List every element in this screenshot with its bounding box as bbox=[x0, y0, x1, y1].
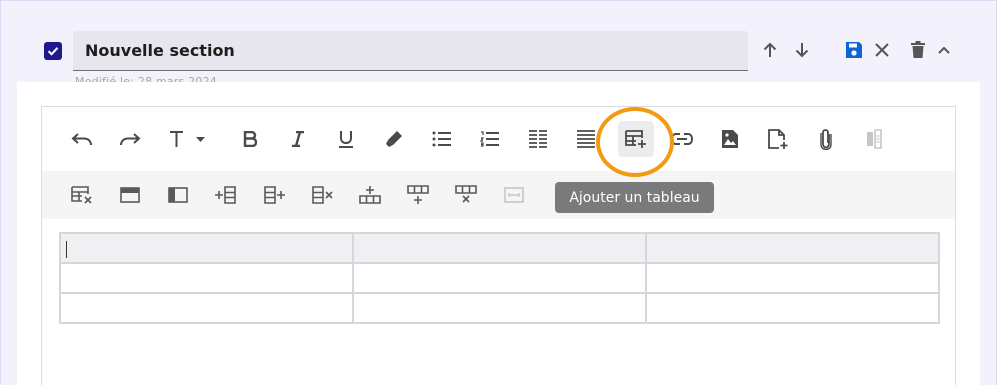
merge-cells-icon[interactable] bbox=[498, 179, 530, 211]
section-title-input[interactable]: Nouvelle section bbox=[73, 31, 748, 71]
add-row-after-icon[interactable] bbox=[402, 179, 434, 211]
table-cell[interactable] bbox=[645, 262, 940, 294]
add-column-before-icon[interactable] bbox=[210, 179, 242, 211]
table-cell[interactable] bbox=[59, 292, 354, 324]
align-icon[interactable] bbox=[570, 123, 602, 155]
delete-column-icon[interactable] bbox=[306, 179, 338, 211]
add-file-icon[interactable] bbox=[762, 123, 794, 155]
delete-table-icon[interactable] bbox=[66, 179, 98, 211]
save-icon[interactable] bbox=[842, 38, 866, 62]
table-cell[interactable] bbox=[645, 292, 940, 324]
bullet-list-icon[interactable] bbox=[426, 123, 458, 155]
underline-icon[interactable] bbox=[330, 123, 362, 155]
text-caret bbox=[66, 240, 67, 258]
numbered-list-icon[interactable] bbox=[474, 123, 506, 155]
header-row-icon[interactable] bbox=[114, 179, 146, 211]
table-row bbox=[59, 292, 940, 324]
undo-icon[interactable] bbox=[66, 123, 98, 155]
section-header: Nouvelle section Modifié le: 28 mars 202… bbox=[0, 0, 997, 88]
table-cell[interactable] bbox=[352, 292, 647, 324]
italic-icon[interactable] bbox=[282, 123, 314, 155]
justify-icon[interactable] bbox=[522, 123, 554, 155]
image-file-icon[interactable] bbox=[714, 123, 746, 155]
tooltip-add-table: Ajouter un tableau bbox=[555, 182, 714, 213]
bold-icon[interactable] bbox=[234, 123, 266, 155]
editor-table bbox=[59, 232, 940, 324]
link-icon[interactable] bbox=[666, 123, 698, 155]
table-row bbox=[59, 232, 940, 264]
section-checkbox[interactable] bbox=[44, 42, 62, 60]
table-cell[interactable] bbox=[645, 232, 940, 264]
table-toolbar bbox=[42, 171, 955, 219]
table-row bbox=[59, 262, 940, 294]
add-column-after-icon[interactable] bbox=[258, 179, 290, 211]
add-row-before-icon[interactable] bbox=[354, 179, 386, 211]
table-cell[interactable] bbox=[352, 262, 647, 294]
delete-row-icon[interactable] bbox=[450, 179, 482, 211]
close-icon[interactable] bbox=[870, 38, 894, 62]
attachment-icon[interactable] bbox=[810, 123, 842, 155]
table-cell[interactable] bbox=[59, 232, 354, 264]
editor-toolbar bbox=[42, 107, 955, 171]
table-cell[interactable] bbox=[59, 262, 354, 294]
arrow-down-icon[interactable] bbox=[790, 38, 814, 62]
text-style-dropdown[interactable] bbox=[166, 123, 210, 155]
chevron-up-icon[interactable] bbox=[932, 38, 956, 62]
check-icon bbox=[47, 47, 59, 56]
insert-table-icon[interactable] bbox=[618, 121, 654, 157]
highlight-pen-icon[interactable] bbox=[378, 123, 410, 155]
split-icon[interactable] bbox=[858, 123, 890, 155]
redo-icon[interactable] bbox=[114, 123, 146, 155]
header-column-icon[interactable] bbox=[162, 179, 194, 211]
arrow-up-icon[interactable] bbox=[758, 38, 782, 62]
table-cell[interactable] bbox=[352, 232, 647, 264]
trash-icon[interactable] bbox=[906, 38, 930, 62]
